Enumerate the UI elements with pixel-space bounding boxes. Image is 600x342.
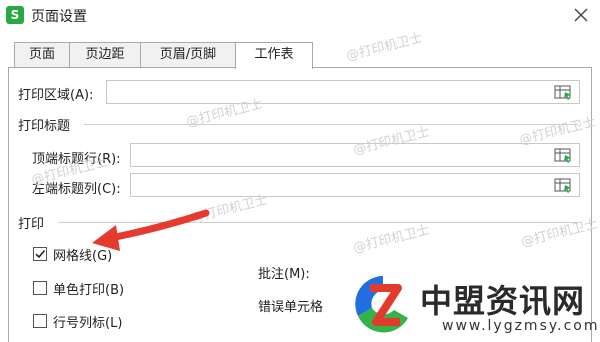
tab-page[interactable]: 页面 bbox=[14, 42, 70, 68]
brand-name: 中盟资讯网 bbox=[420, 282, 586, 320]
print-section-label: 打印 bbox=[18, 217, 45, 232]
monochrome-label: 单色打印(B) bbox=[53, 283, 125, 298]
red-arrow-annotation bbox=[92, 209, 210, 251]
close-button[interactable] bbox=[570, 4, 592, 26]
range-picker-icon bbox=[554, 178, 571, 193]
brand-url: www.lygzmsy.com bbox=[442, 318, 600, 334]
gridlines-checkbox[interactable] bbox=[33, 247, 47, 261]
print-area-picker-button[interactable] bbox=[552, 81, 574, 103]
cell-errors-label: 错误单元格 bbox=[258, 300, 324, 315]
left-cols-input[interactable] bbox=[130, 173, 580, 197]
monochrome-checkbox[interactable] bbox=[33, 281, 47, 295]
range-picker-icon bbox=[554, 148, 571, 163]
title-bar: S 页面设置 bbox=[0, 0, 600, 32]
tab-header-footer[interactable]: 页眉/页脚 bbox=[140, 42, 236, 68]
app-icon: S bbox=[6, 6, 24, 24]
window-title: 页面设置 bbox=[31, 9, 87, 25]
comments-label: 批注(M): bbox=[258, 267, 310, 282]
tab-sheet[interactable]: 工作表 bbox=[235, 42, 313, 69]
checkmark-icon bbox=[35, 249, 46, 259]
section-divider bbox=[84, 124, 578, 125]
brand-watermark: 中盟资讯网 www.lygzmsy.com bbox=[350, 262, 600, 342]
watermark: @打印机卫士 bbox=[344, 30, 425, 65]
print-area-input[interactable] bbox=[106, 80, 580, 104]
top-rows-picker-button[interactable] bbox=[552, 144, 574, 166]
row-col-headings-checkbox[interactable] bbox=[33, 314, 47, 328]
print-titles-section-label: 打印标题 bbox=[18, 119, 71, 134]
left-cols-picker-button[interactable] bbox=[552, 174, 574, 196]
tab-margins[interactable]: 页边距 bbox=[69, 42, 141, 68]
range-picker-icon bbox=[554, 85, 571, 100]
row-col-headings-label: 行号列标(L) bbox=[53, 316, 123, 331]
close-icon bbox=[574, 8, 588, 22]
print-area-label: 打印区域(A): bbox=[18, 88, 94, 103]
brand-logo-icon bbox=[355, 276, 408, 333]
